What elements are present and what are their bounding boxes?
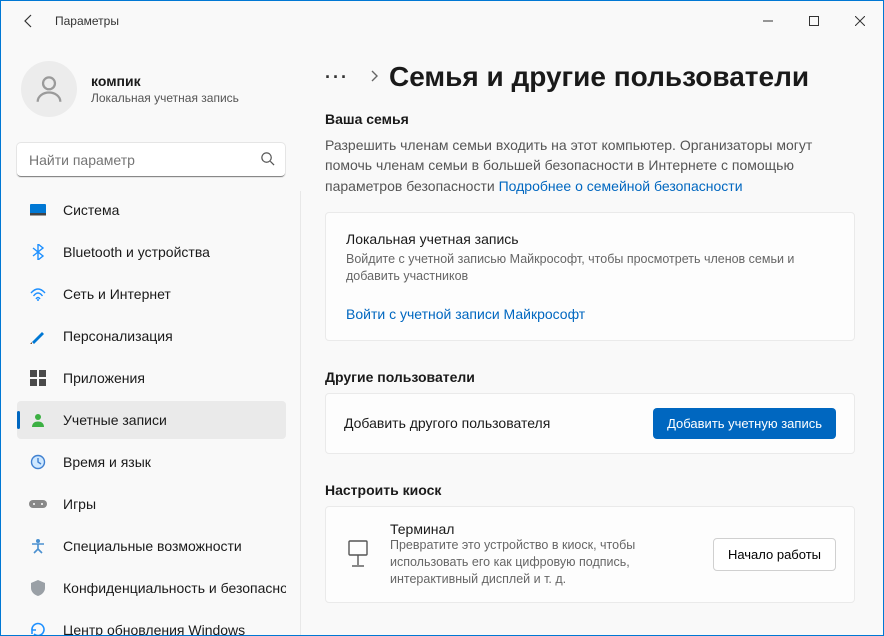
nav-item-time[interactable]: Время и язык [17, 443, 286, 481]
section-family-title: Ваша семья [325, 111, 855, 127]
nav-item-bluetooth[interactable]: Bluetooth и устройства [17, 233, 286, 271]
nav-item-label: Bluetooth и устройства [63, 244, 210, 260]
add-user-row: Добавить другого пользователя Добавить у… [325, 393, 855, 454]
update-icon [29, 621, 47, 635]
nav-item-accessibility[interactable]: Специальные возможности [17, 527, 286, 565]
gaming-icon [29, 495, 47, 513]
kiosk-icon [344, 534, 372, 574]
nav-item-label: Приложения [63, 370, 145, 386]
section-kiosk-title: Настроить киоск [325, 482, 855, 498]
kiosk-card: Терминал Превратите это устройство в кио… [325, 506, 855, 603]
nav-item-label: Персонализация [63, 328, 173, 344]
profile-subtitle: Локальная учетная запись [91, 91, 239, 105]
nav-item-accounts[interactable]: Учетные записи [17, 401, 286, 439]
bluetooth-icon [29, 243, 47, 261]
nav-item-personalize[interactable]: Персонализация [17, 317, 286, 355]
nav-item-label: Система [63, 202, 119, 218]
privacy-icon [29, 579, 47, 597]
family-safety-link[interactable]: Подробнее о семейной безопасности [499, 178, 743, 194]
nav-item-gaming[interactable]: Игры [17, 485, 286, 523]
nav-item-apps[interactable]: Приложения [17, 359, 286, 397]
nav-item-label: Время и язык [63, 454, 151, 470]
nav-item-label: Центр обновления Windows [63, 622, 245, 635]
section-family-desc: Разрешить членам семьи входить на этот к… [325, 135, 855, 196]
add-user-label: Добавить другого пользователя [344, 415, 550, 431]
breadcrumb-more[interactable]: ··· [325, 67, 349, 88]
nav-item-label: Учетные записи [63, 412, 167, 428]
system-icon [29, 201, 47, 219]
accounts-icon [29, 411, 47, 429]
close-button[interactable] [837, 1, 883, 41]
card-subtitle: Войдите с учетной записью Майкрософт, чт… [346, 251, 834, 286]
kiosk-title: Терминал [390, 521, 713, 537]
kiosk-start-button[interactable]: Начало работы [713, 538, 836, 571]
nav-item-privacy[interactable]: Конфиденциальность и безопасность [17, 569, 286, 607]
nav-item-system[interactable]: Система [17, 191, 286, 229]
local-account-card: Локальная учетная запись Войдите с учетн… [325, 212, 855, 341]
profile-name: компик [91, 73, 239, 89]
search-box [17, 143, 285, 177]
main-content: ··· Семья и другие пользователи Ваша сем… [301, 41, 883, 635]
nav-list: Система Bluetooth и устройства Сеть и Инте… [1, 191, 294, 635]
minimize-button[interactable] [745, 1, 791, 41]
nav-item-update[interactable]: Центр обновления Windows [17, 611, 286, 635]
network-icon [29, 285, 47, 303]
maximize-button[interactable] [791, 1, 837, 41]
personalize-icon [29, 327, 47, 345]
time-icon [29, 453, 47, 471]
nav-item-label: Игры [63, 496, 96, 512]
kiosk-subtitle: Превратите это устройство в киоск, чтобы… [390, 537, 690, 588]
window-title: Параметры [55, 14, 119, 28]
section-others-title: Другие пользователи [325, 369, 855, 385]
search-input[interactable] [17, 143, 285, 177]
nav-item-label: Специальные возможности [63, 538, 242, 554]
titlebar: Параметры [1, 1, 883, 41]
accessibility-icon [29, 537, 47, 555]
sidebar: компик Локальная учетная запись Система B… [1, 41, 301, 635]
profile-block[interactable]: компик Локальная учетная запись [1, 53, 301, 137]
apps-icon [29, 369, 47, 387]
search-icon [260, 151, 275, 169]
signin-ms-link[interactable]: Войти с учетной записи Майкрософт [346, 306, 834, 322]
add-account-button[interactable]: Добавить учетную запись [653, 408, 836, 439]
avatar [21, 61, 77, 117]
nav-item-network[interactable]: Сеть и Интернет [17, 275, 286, 313]
card-title: Локальная учетная запись [346, 231, 834, 247]
nav-item-label: Сеть и Интернет [63, 286, 171, 302]
back-button[interactable] [19, 11, 39, 31]
chevron-right-icon [369, 69, 379, 85]
page-title: Семья и другие пользователи [389, 61, 809, 93]
breadcrumb: ··· Семья и другие пользователи [325, 61, 855, 93]
nav-item-label: Конфиденциальность и безопасность [63, 580, 286, 596]
